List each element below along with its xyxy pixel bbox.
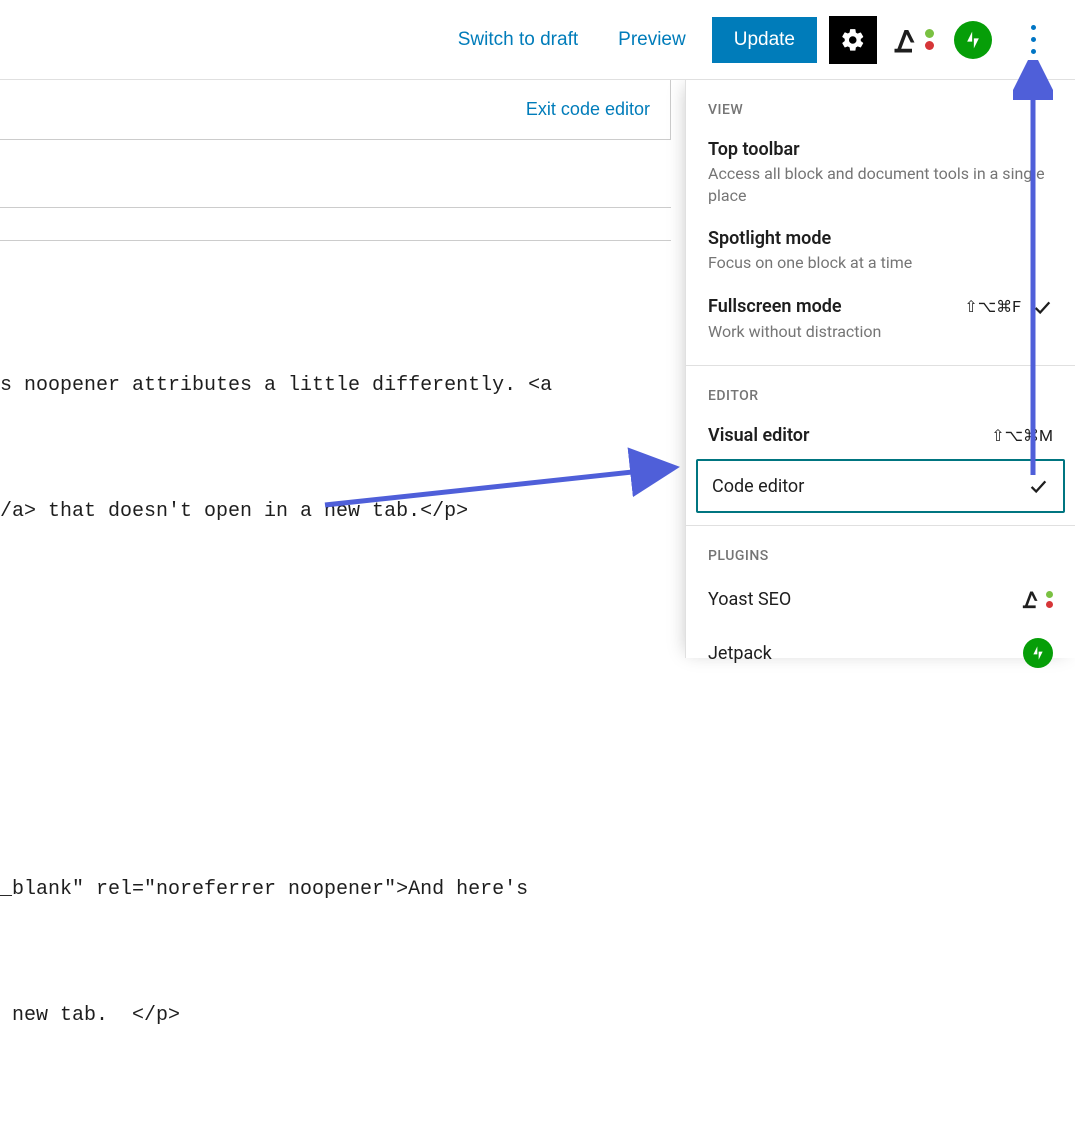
- menu-item-visual-editor[interactable]: Visual editor ⇧⌥⌘M: [686, 414, 1075, 457]
- menu-item-top-toolbar[interactable]: Top toolbar Access all block and documen…: [686, 128, 1075, 217]
- menu-item-yoast-seo[interactable]: Yoast SEO: [686, 574, 1075, 624]
- yoast-icon: [1021, 588, 1053, 610]
- jetpack-icon: [1023, 638, 1053, 668]
- jetpack-icon: [954, 21, 992, 59]
- settings-button[interactable]: [829, 16, 877, 64]
- preview-button[interactable]: Preview: [604, 21, 700, 59]
- options-dropdown-panel: VIEW Top toolbar Access all block and do…: [685, 80, 1075, 658]
- shortcut-label: ⇧⌥⌘M: [991, 426, 1053, 445]
- menu-item-fullscreen-mode[interactable]: Fullscreen mode ⇧⌥⌘F Work without distra…: [686, 285, 1075, 354]
- menu-item-jetpack[interactable]: Jetpack: [686, 624, 1075, 682]
- check-icon: [1031, 296, 1053, 318]
- switch-to-draft-button[interactable]: Switch to draft: [444, 21, 592, 59]
- exit-code-editor-button[interactable]: Exit code editor: [526, 99, 650, 120]
- shortcut-label: ⇧⌥⌘F: [964, 297, 1021, 316]
- editor-area: Exit code editor s noopener attributes a…: [0, 80, 685, 658]
- section-label-view: VIEW: [686, 80, 1075, 128]
- section-label-plugins: PLUGINS: [686, 526, 1075, 574]
- more-options-button[interactable]: [1009, 16, 1057, 64]
- yoast-button[interactable]: [889, 16, 937, 64]
- jetpack-button[interactable]: [949, 16, 997, 64]
- check-icon: [1027, 475, 1049, 497]
- code-editor-content[interactable]: s noopener attributes a little different…: [0, 240, 671, 1121]
- more-vertical-icon: [1031, 25, 1036, 30]
- yoast-icon: [892, 25, 934, 55]
- menu-item-spotlight-mode[interactable]: Spotlight mode Focus on one block at a t…: [686, 217, 1075, 285]
- gear-icon: [840, 27, 866, 53]
- section-label-editor: EDITOR: [686, 366, 1075, 414]
- menu-item-code-editor[interactable]: Code editor: [696, 459, 1065, 513]
- update-button[interactable]: Update: [712, 17, 817, 63]
- top-toolbar: Switch to draft Preview Update: [0, 0, 1075, 80]
